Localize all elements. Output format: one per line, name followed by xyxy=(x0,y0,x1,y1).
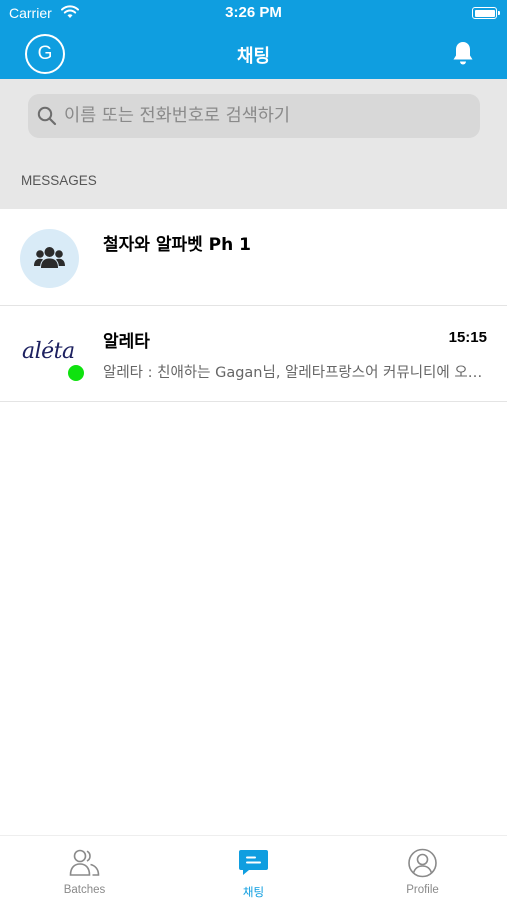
tab-label-profile: Profile xyxy=(406,884,439,896)
search-bar[interactable] xyxy=(28,94,480,138)
group-icon xyxy=(34,247,65,268)
search-icon xyxy=(37,106,57,126)
battery-icon xyxy=(472,7,500,19)
tab-chat[interactable]: 채팅 xyxy=(169,836,338,900)
top-bar: Carrier 3:26 PM G 채팅 xyxy=(0,0,507,79)
conversation-time: 15:15 xyxy=(448,329,487,346)
conversation-title: 알레타 xyxy=(103,332,150,352)
tab-label-batches: Batches xyxy=(63,884,106,896)
online-status-dot xyxy=(68,365,84,381)
conversation-title: 철자와 알파벳 Ph 1 xyxy=(103,235,251,255)
group-avatar xyxy=(20,229,79,288)
conversation-row-group[interactable]: 철자와 알파벳 Ph 1 xyxy=(0,209,507,306)
bell-icon[interactable] xyxy=(451,40,475,66)
tab-profile[interactable]: Profile xyxy=(338,836,507,900)
search-section: MESSAGES xyxy=(0,79,507,209)
tab-batches[interactable]: Batches xyxy=(0,836,169,900)
page-title: 채팅 xyxy=(236,46,271,67)
profile-icon xyxy=(408,848,437,878)
section-label-messages: MESSAGES xyxy=(21,173,97,188)
tab-bar: Batches 채팅 Profile xyxy=(0,835,507,900)
tab-label-chat: 채팅 xyxy=(242,887,265,899)
conversation-preview: 알레타 : 친애하는 Gagan님, 알레타프랑스어 커뮤니티에 오신 것을 환… xyxy=(103,365,487,381)
status-bar: Carrier 3:26 PM xyxy=(0,0,507,26)
aleta-logo-text: aléta xyxy=(22,339,75,364)
conversation-row-aleta[interactable]: aléta 알레타 15:15 알레타 : 친애하는 Gagan님, 알레타프랑… xyxy=(0,307,507,402)
search-input[interactable] xyxy=(64,94,474,138)
batches-icon xyxy=(69,849,100,876)
chat-icon xyxy=(239,850,268,875)
status-time: 3:26 PM xyxy=(225,4,282,21)
